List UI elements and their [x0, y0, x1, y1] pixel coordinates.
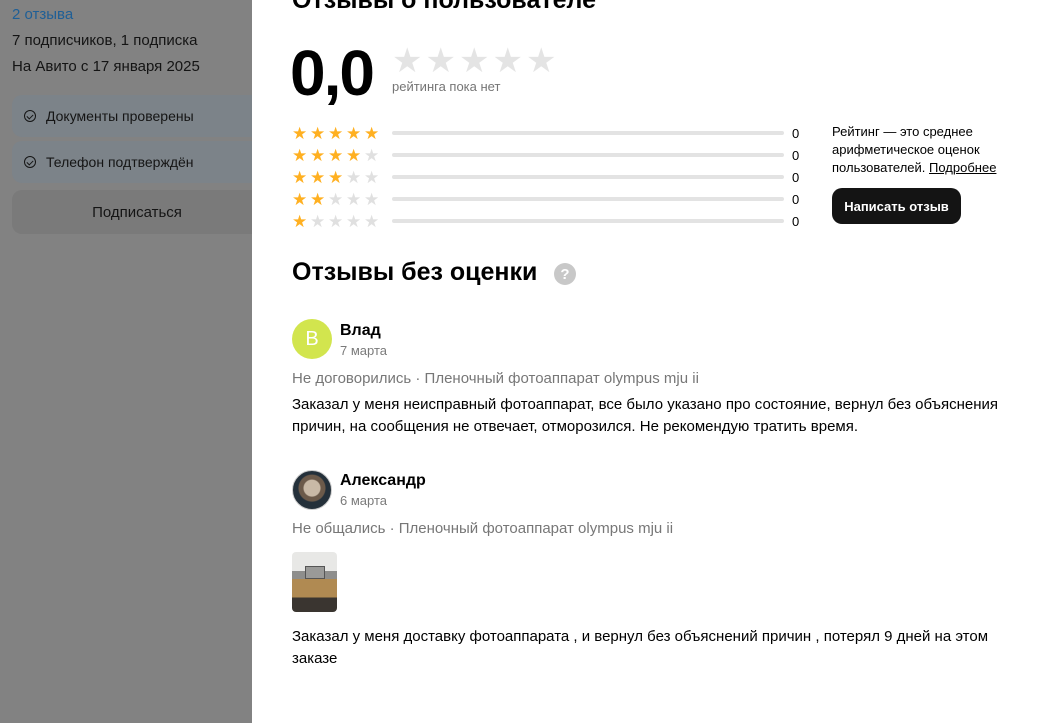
review-date: 7 марта	[340, 343, 387, 358]
modal-title: Отзывы о пользователе	[292, 0, 596, 14]
star-icon: ★	[525, 42, 557, 80]
star-icon: ★	[292, 145, 308, 165]
star-icon: ★	[292, 123, 308, 143]
row-stars: ★ ★ ★ ★ ★	[292, 169, 392, 186]
badge-label: Телефон подтверждён	[46, 154, 194, 170]
distribution-bar	[392, 153, 784, 157]
distribution-count: 0	[792, 147, 800, 163]
star-icon: ★	[328, 145, 344, 165]
avatar[interactable]	[292, 470, 332, 510]
distribution-row: ★ ★ ★ ★ ★ 0	[292, 122, 799, 144]
distribution-row: ★ ★ ★ ★ ★ 0	[292, 210, 799, 232]
distribution-bar	[392, 175, 784, 179]
star-icon: ★	[346, 189, 362, 209]
distribution-row: ★ ★ ★ ★ ★ 0	[292, 188, 799, 210]
reviewer-name[interactable]: Влад	[340, 322, 381, 340]
star-icon: ★	[364, 123, 380, 143]
write-review-button[interactable]: Написать отзыв	[832, 188, 961, 224]
star-icon: ★	[328, 211, 344, 231]
star-icon: ★	[292, 167, 308, 187]
distribution-row: ★ ★ ★ ★ ★ 0	[292, 144, 799, 166]
rating-info: Рейтинг — это среднее арифметическое оце…	[832, 123, 1022, 177]
star-icon: ★	[346, 167, 362, 187]
unrated-reviews-title: Отзывы без оценки	[292, 258, 538, 286]
row-stars: ★ ★ ★ ★ ★	[292, 213, 392, 230]
badge-label: Документы проверены	[46, 108, 194, 124]
reviews-modal: Отзывы о пользователе 0,0 ★ ★ ★ ★ ★ рейт…	[252, 0, 1044, 723]
star-icon: ★	[364, 211, 380, 231]
distribution-count: 0	[792, 191, 800, 207]
star-icon: ★	[292, 189, 308, 209]
star-icon: ★	[364, 189, 380, 209]
row-stars: ★ ★ ★ ★ ★	[292, 147, 392, 164]
star-icon: ★	[328, 167, 344, 187]
documents-verified-badge: Документы проверены	[12, 95, 262, 137]
star-icon: ★	[310, 123, 326, 143]
distribution-bar	[392, 197, 784, 201]
phone-confirmed-badge: Телефон подтверждён	[12, 141, 262, 183]
row-stars: ★ ★ ★ ★ ★	[292, 191, 392, 208]
star-icon: ★	[364, 145, 380, 165]
star-icon: ★	[492, 42, 523, 80]
help-icon[interactable]: ?	[554, 263, 576, 285]
review-date: 6 марта	[340, 493, 387, 508]
subscribe-button[interactable]: Подписаться	[12, 190, 262, 234]
star-icon: ★	[346, 123, 362, 143]
subscribers-count: 7 подписчиков, 1 подписка	[12, 32, 198, 49]
row-stars: ★ ★ ★ ★ ★	[292, 125, 392, 142]
distribution-count: 0	[792, 169, 800, 185]
check-circle-icon	[24, 156, 36, 168]
review-text: Заказал у меня неисправный фотоаппарат, …	[292, 396, 998, 435]
review-meta: Не договорились · Пленочный фотоаппарат …	[292, 370, 699, 387]
distribution-row: ★ ★ ★ ★ ★ 0	[292, 166, 799, 188]
avatar[interactable]: В	[292, 319, 332, 359]
star-icon: ★	[364, 167, 380, 187]
check-circle-icon	[24, 110, 36, 122]
star-icon: ★	[346, 211, 362, 231]
no-rating-text: рейтинга пока нет	[392, 79, 501, 94]
star-icon: ★	[346, 145, 362, 165]
distribution-count: 0	[792, 213, 800, 229]
star-icon: ★	[392, 42, 423, 80]
reviews-count-link[interactable]: 2 отзыва	[12, 6, 73, 23]
review-meta: Не общались · Пленочный фотоаппарат olym…	[292, 520, 674, 537]
star-icon: ★	[328, 123, 344, 143]
review-text: Заказал у меня доставку фотоаппарата , и…	[292, 628, 989, 667]
star-icon: ★	[292, 211, 308, 231]
star-icon: ★	[328, 189, 344, 209]
rating-value: 0,0	[290, 37, 375, 109]
star-icon: ★	[310, 145, 326, 165]
rating-stars: ★ ★ ★ ★ ★	[392, 44, 556, 78]
more-info-link[interactable]: Подробнее	[929, 160, 996, 175]
star-icon: ★	[458, 42, 490, 80]
profile-background: 2 отзыва 7 подписчиков, 1 подписка На Ав…	[0, 0, 262, 723]
on-avito-since: На Авито с 17 января 2025	[12, 58, 200, 75]
star-icon: ★	[310, 167, 326, 187]
distribution-bar	[392, 131, 784, 135]
review-photo-thumbnail[interactable]	[292, 552, 337, 612]
distribution-count: 0	[792, 125, 800, 141]
rating-distribution: ★ ★ ★ ★ ★ 0 ★ ★ ★ ★ ★ 0 ★ ★ ★ ★ ★ 0 ★ ★ ★ ★ ★ 0 ★ ★ ★ ★ ★ 0	[292, 122, 799, 232]
star-icon: ★	[310, 189, 326, 209]
reviewer-name[interactable]: Александр	[340, 472, 426, 490]
distribution-bar	[392, 219, 784, 223]
star-icon: ★	[310, 211, 326, 231]
star-icon: ★	[425, 42, 456, 80]
